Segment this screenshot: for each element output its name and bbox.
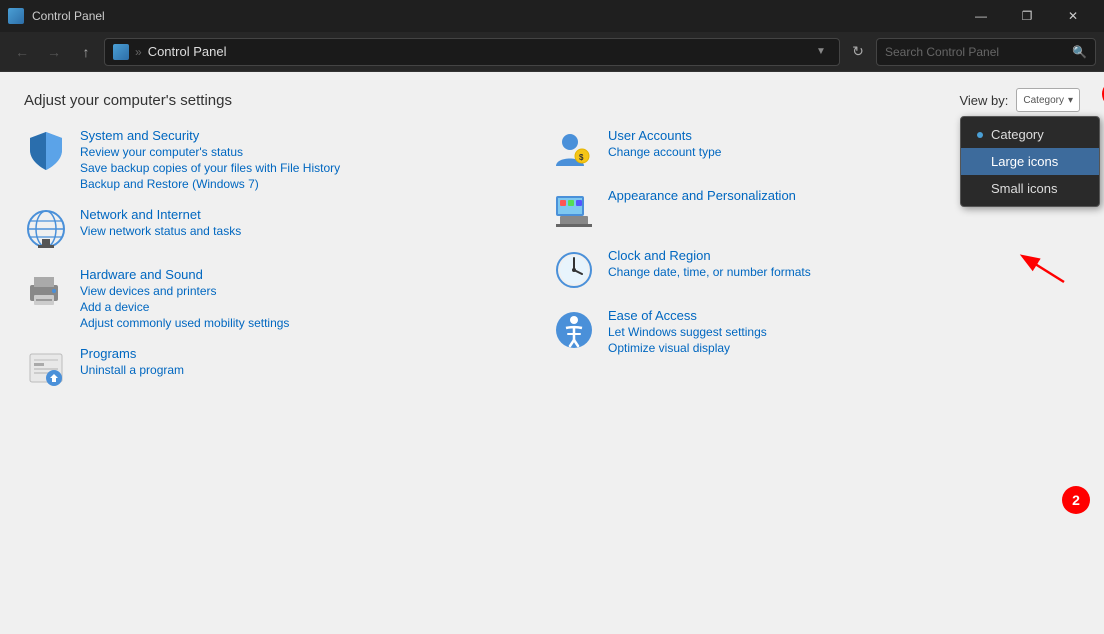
- category-item-network: Network and Internet View network status…: [24, 207, 552, 251]
- ease-title[interactable]: Ease of Access: [608, 308, 767, 323]
- view-by-label: View by:: [959, 93, 1008, 108]
- close-button[interactable]: ✕: [1050, 0, 1096, 32]
- network-title[interactable]: Network and Internet: [80, 207, 241, 222]
- address-text: Control Panel: [148, 44, 227, 59]
- users-info: User Accounts Change account type: [608, 128, 721, 159]
- programs-icon: [24, 346, 68, 390]
- system-security-link-0[interactable]: Review your computer's status: [80, 145, 340, 159]
- users-link-0[interactable]: Change account type: [608, 145, 721, 159]
- hardware-title[interactable]: Hardware and Sound: [80, 267, 289, 282]
- view-by-value: Category: [1023, 95, 1064, 106]
- user-accounts-icon: $: [552, 128, 596, 172]
- search-box[interactable]: Search Control Panel 🔍: [876, 38, 1096, 66]
- dropdown-label: Small icons: [991, 181, 1057, 196]
- hardware-link-0[interactable]: View devices and printers: [80, 284, 289, 298]
- address-dropdown-button[interactable]: ▼: [811, 39, 831, 65]
- content-header: Adjust your computer's settings View by:…: [0, 72, 1104, 120]
- programs-info: Programs Uninstall a program: [80, 346, 184, 377]
- system-security-link-2[interactable]: Backup and Restore (Windows 7): [80, 177, 340, 191]
- ease-info: Ease of Access Let Windows suggest setti…: [608, 308, 767, 355]
- forward-button[interactable]: →: [40, 38, 68, 66]
- view-by-dropdown[interactable]: Category ▾: [1016, 88, 1080, 112]
- search-icon[interactable]: 🔍: [1072, 45, 1087, 59]
- dot-icon: [977, 132, 983, 138]
- system-security-link-1[interactable]: Save backup copies of your files with Fi…: [80, 161, 340, 175]
- system-security-icon: [24, 128, 68, 172]
- app-icon: [8, 8, 24, 24]
- view-by-dropdown-menu: Category Large icons Small icons: [960, 116, 1100, 207]
- category-item-system-security: System and Security Review your computer…: [24, 128, 552, 191]
- dropdown-item-large-icons[interactable]: Large icons: [961, 148, 1099, 175]
- clock-region-icon: [552, 248, 596, 292]
- minimize-button[interactable]: —: [958, 0, 1004, 32]
- system-security-info: System and Security Review your computer…: [80, 128, 340, 191]
- main-content: Adjust your computer's settings View by:…: [0, 72, 1104, 634]
- network-info: Network and Internet View network status…: [80, 207, 241, 238]
- category-item-hardware: Hardware and Sound View devices and prin…: [24, 267, 552, 330]
- address-bar: ← → ↑ » Control Panel ▼ ↻ Search Control…: [0, 32, 1104, 72]
- ease-link-0[interactable]: Let Windows suggest settings: [608, 325, 767, 339]
- title-bar: Control Panel — ❐ ✕: [0, 0, 1104, 32]
- hardware-link-2[interactable]: Adjust commonly used mobility settings: [80, 316, 289, 330]
- category-item-clock: Clock and Region Change date, time, or n…: [552, 248, 1080, 292]
- category-item-ease: Ease of Access Let Windows suggest setti…: [552, 308, 1080, 355]
- clock-link-0[interactable]: Change date, time, or number formats: [608, 265, 811, 279]
- appearance-title[interactable]: Appearance and Personalization: [608, 188, 796, 203]
- dropdown-label: Large icons: [991, 154, 1058, 169]
- programs-link-0[interactable]: Uninstall a program: [80, 363, 184, 377]
- programs-title[interactable]: Programs: [80, 346, 184, 361]
- clock-title[interactable]: Clock and Region: [608, 248, 811, 263]
- hardware-sound-icon: [24, 267, 68, 311]
- category-item-programs: Programs Uninstall a program: [24, 346, 552, 390]
- network-link-0[interactable]: View network status and tasks: [80, 224, 241, 238]
- refresh-button[interactable]: ↻: [844, 38, 872, 66]
- settings-grid: System and Security Review your computer…: [0, 120, 1104, 634]
- clock-info: Clock and Region Change date, time, or n…: [608, 248, 811, 279]
- address-input[interactable]: » Control Panel ▼: [104, 38, 840, 66]
- up-button[interactable]: ↑: [72, 38, 100, 66]
- back-button[interactable]: ←: [8, 38, 36, 66]
- address-icon: [113, 44, 129, 60]
- view-by-container: View by: Category ▾ Category Large icons…: [959, 88, 1080, 112]
- users-title[interactable]: User Accounts: [608, 128, 721, 143]
- title-bar-text: Control Panel: [32, 9, 950, 23]
- search-placeholder: Search Control Panel: [885, 45, 1066, 59]
- ease-link-1[interactable]: Optimize visual display: [608, 341, 767, 355]
- restore-button[interactable]: ❐: [1004, 0, 1050, 32]
- address-breadcrumb: » Control Panel: [113, 44, 226, 60]
- hardware-info: Hardware and Sound View devices and prin…: [80, 267, 289, 330]
- hardware-link-1[interactable]: Add a device: [80, 300, 289, 314]
- dropdown-item-category[interactable]: Category: [961, 121, 1099, 148]
- dropdown-item-small-icons[interactable]: Small icons: [961, 175, 1099, 202]
- svg-text:$: $: [579, 153, 584, 162]
- system-security-title[interactable]: System and Security: [80, 128, 340, 143]
- page-title: Adjust your computer's settings: [24, 92, 232, 109]
- dropdown-label: Category: [991, 127, 1044, 142]
- left-column: System and Security Review your computer…: [24, 128, 552, 626]
- appearance-personalization-icon: [552, 188, 596, 232]
- appearance-info: Appearance and Personalization: [608, 188, 796, 203]
- network-internet-icon: [24, 207, 68, 251]
- annotation-2: 2: [1062, 486, 1090, 514]
- ease-of-access-icon: [552, 308, 596, 352]
- title-bar-controls: — ❐ ✕: [958, 0, 1096, 32]
- chevron-down-icon: ▾: [1068, 95, 1073, 106]
